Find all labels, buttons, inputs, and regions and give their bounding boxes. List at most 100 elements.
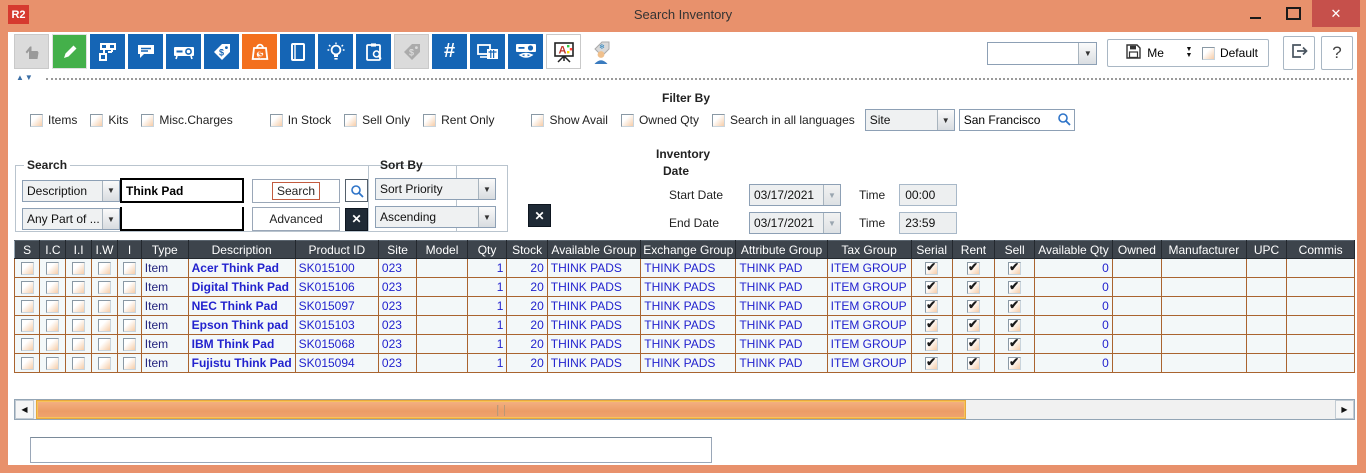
- close-button[interactable]: ✕: [1312, 0, 1360, 27]
- category-tree-button[interactable]: [90, 34, 125, 69]
- column-header-product_id[interactable]: Product ID: [295, 241, 378, 259]
- price-tag-button[interactable]: $: [204, 34, 239, 69]
- hash-number-button[interactable]: #: [432, 34, 467, 69]
- table-row[interactable]: ItemEpson Think padSK015103023120THINK P…: [15, 316, 1355, 335]
- column-header-select[interactable]: S: [15, 241, 40, 259]
- sell-checkbox[interactable]: [1008, 357, 1021, 370]
- ii-checkbox[interactable]: [72, 262, 85, 275]
- table-row[interactable]: ItemNEC Think PadSK015097023120THINK PAD…: [15, 297, 1355, 316]
- items-checkbox[interactable]: [30, 114, 43, 127]
- sort-priority-select[interactable]: Sort Priority ▼: [375, 178, 496, 200]
- ic-checkbox[interactable]: [46, 357, 59, 370]
- i-checkbox[interactable]: [123, 281, 136, 294]
- column-header-available_qty[interactable]: Available Qty: [1035, 241, 1113, 259]
- sell-only-checkbox[interactable]: [344, 114, 357, 127]
- column-header-model[interactable]: Model: [417, 241, 467, 259]
- in-stock-checkbox[interactable]: [270, 114, 283, 127]
- profile-spinner[interactable]: ▼▼: [1182, 42, 1196, 64]
- exit-button[interactable]: [1283, 36, 1315, 70]
- rent-checkbox[interactable]: [967, 262, 980, 275]
- column-header-site[interactable]: Site: [378, 241, 416, 259]
- rent-checkbox[interactable]: [967, 281, 980, 294]
- table-row[interactable]: ItemFujistu Think PadSK015094023120THINK…: [15, 354, 1355, 373]
- serial-checkbox[interactable]: [925, 319, 938, 332]
- quick-search-button[interactable]: [345, 179, 368, 202]
- column-header-tax_group[interactable]: Tax Group: [827, 241, 911, 259]
- table-row[interactable]: ItemIBM Think PadSK015068023120THINK PAD…: [15, 335, 1355, 354]
- table-row[interactable]: ItemAcer Think PadSK015100023120THINK PA…: [15, 259, 1355, 278]
- artboard-button[interactable]: A: [546, 34, 581, 69]
- all-languages-checkbox[interactable]: [712, 114, 725, 127]
- start-date-select[interactable]: 03/17/2021 ▼: [749, 184, 841, 206]
- column-header-commission[interactable]: Commis: [1287, 241, 1355, 259]
- iw-checkbox[interactable]: [98, 319, 111, 332]
- suggestions-button[interactable]: [318, 34, 353, 69]
- column-header-upc[interactable]: UPC: [1246, 241, 1287, 259]
- search-query-input[interactable]: [120, 178, 244, 203]
- column-header-exchange_group[interactable]: Exchange Group: [641, 241, 736, 259]
- end-time-value[interactable]: 23:59: [899, 212, 957, 234]
- scrollbar-thumb[interactable]: [36, 400, 966, 419]
- scroll-right-button[interactable]: ▶: [1335, 400, 1354, 419]
- select-checkbox[interactable]: [21, 300, 34, 313]
- column-header-qty[interactable]: Qty: [467, 241, 507, 259]
- misc-charges-checkbox[interactable]: [141, 114, 154, 127]
- ii-checkbox[interactable]: [72, 338, 85, 351]
- rent-checkbox[interactable]: [967, 338, 980, 351]
- clear-search-button[interactable]: ✕: [345, 208, 368, 231]
- serial-checkbox[interactable]: [925, 262, 938, 275]
- splitter-arrows-icon[interactable]: ▲▼: [16, 73, 34, 82]
- serial-checkbox[interactable]: [925, 281, 938, 294]
- column-header-rent[interactable]: Rent: [952, 241, 994, 259]
- save-me-button[interactable]: Me: [1108, 40, 1182, 66]
- column-header-manufacturer[interactable]: Manufacturer: [1161, 241, 1246, 259]
- select-checkbox[interactable]: [21, 357, 34, 370]
- minimize-button[interactable]: [1236, 0, 1274, 27]
- projector-view-button[interactable]: [508, 34, 543, 69]
- iw-checkbox[interactable]: [98, 338, 111, 351]
- ic-checkbox[interactable]: [46, 262, 59, 275]
- scroll-left-button[interactable]: ◀: [15, 400, 34, 419]
- sell-checkbox[interactable]: [1008, 281, 1021, 294]
- site-filter-select[interactable]: Site ▼: [865, 109, 955, 131]
- column-header-attribute_group[interactable]: Attribute Group: [736, 241, 827, 259]
- advanced-button[interactable]: Advanced: [252, 207, 340, 231]
- default-checkbox[interactable]: [1202, 47, 1215, 60]
- collapse-splitter[interactable]: ▲▼: [12, 75, 1353, 83]
- search-mode-select[interactable]: Any Part of ... ▼: [22, 208, 120, 230]
- sell-checkbox[interactable]: [1008, 319, 1021, 332]
- iw-checkbox[interactable]: [98, 281, 111, 294]
- edit-button[interactable]: [52, 34, 87, 69]
- column-header-type[interactable]: Type: [141, 241, 188, 259]
- i-checkbox[interactable]: [123, 338, 136, 351]
- select-checkbox[interactable]: [21, 262, 34, 275]
- column-header-i[interactable]: I: [118, 241, 142, 259]
- i-checkbox[interactable]: [123, 319, 136, 332]
- help-button[interactable]: ?: [1321, 36, 1353, 70]
- chevron-down-icon[interactable]: ▼: [1078, 43, 1096, 64]
- search-field-select[interactable]: Description ▼: [22, 180, 120, 202]
- sort-direction-select[interactable]: Ascending ▼: [375, 206, 496, 228]
- sell-checkbox[interactable]: [1008, 338, 1021, 351]
- search-button[interactable]: Search: [252, 179, 340, 203]
- notes-button[interactable]: [128, 34, 163, 69]
- sell-checkbox[interactable]: [1008, 300, 1021, 313]
- site-search-input[interactable]: [960, 113, 1057, 127]
- purchase-button[interactable]: $: [242, 34, 277, 69]
- column-header-stock[interactable]: Stock: [507, 241, 547, 259]
- column-header-ic[interactable]: I.C: [40, 241, 66, 259]
- kits-checkbox[interactable]: [90, 114, 103, 127]
- rent-only-checkbox[interactable]: [423, 114, 436, 127]
- personalization-button[interactable]: ❄: [584, 34, 619, 69]
- clear-sort-button[interactable]: ✕: [528, 204, 551, 227]
- search-magnifier-icon[interactable]: [1057, 112, 1074, 129]
- column-header-iw[interactable]: I.W: [91, 241, 118, 259]
- show-avail-checkbox[interactable]: [531, 114, 544, 127]
- ii-checkbox[interactable]: [72, 300, 85, 313]
- owned-qty-checkbox[interactable]: [621, 114, 634, 127]
- iw-checkbox[interactable]: [98, 300, 111, 313]
- serial-checkbox[interactable]: [925, 338, 938, 351]
- ic-checkbox[interactable]: [46, 319, 59, 332]
- column-header-sell[interactable]: Sell: [995, 241, 1035, 259]
- column-header-ii[interactable]: I.I: [66, 241, 91, 259]
